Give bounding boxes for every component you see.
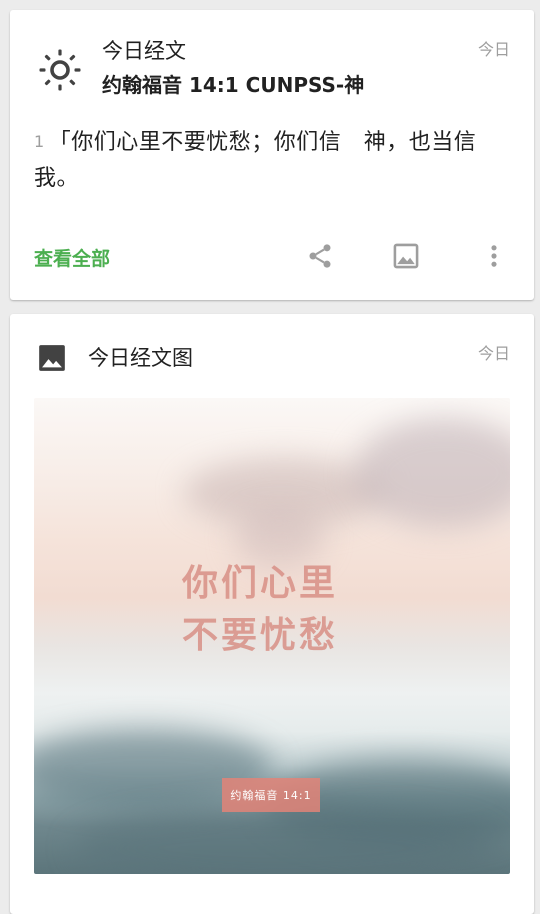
verse-text-block[interactable]: 1 「你们心里不要忧愁；你们信 神，也当信我。 bbox=[34, 124, 504, 197]
cloud-shape bbox=[354, 418, 510, 528]
share-icon bbox=[309, 244, 331, 268]
image-text-line2: 不要忧愁 bbox=[182, 615, 339, 656]
image-text-line1: 你们心里 bbox=[182, 563, 339, 604]
verse-number: 1 bbox=[34, 132, 45, 151]
verse-image[interactable]: 你们心里 不要忧愁 约翰福音 14:1 bbox=[34, 398, 510, 874]
image-icon bbox=[39, 345, 65, 371]
daily-verse-card: 今日经文 约翰福音 14:1 CUNPSS-神 今日 1 「你们心里不要忧愁；你们… bbox=[10, 10, 534, 300]
verse-reference: 约翰福音 14:1 CUNPSS-神 bbox=[102, 73, 365, 97]
sun-icon bbox=[39, 49, 81, 91]
verse-date-label: 今日 bbox=[477, 40, 510, 59]
image-icon bbox=[393, 243, 419, 269]
image-date-label: 今日 bbox=[477, 344, 510, 363]
verse-text: 「你们心里不要忧愁；你们信 神，也当信我。 bbox=[34, 130, 477, 191]
daily-verse-image-card: 今日经文图 今日 你们心里 不要忧愁 约翰福音 14:1 bbox=[10, 314, 534, 914]
more-vert-icon bbox=[491, 245, 497, 267]
image-reference-badge: 约翰福音 14:1 bbox=[222, 778, 320, 812]
image-card-title: 今日经文图 bbox=[88, 346, 193, 370]
verse-image-button[interactable] bbox=[388, 238, 424, 274]
view-all-button[interactable]: 查看全部 bbox=[34, 244, 110, 271]
more-options-button[interactable] bbox=[476, 238, 512, 274]
share-button[interactable] bbox=[302, 238, 338, 274]
verse-card-title: 今日经文 bbox=[102, 39, 186, 63]
